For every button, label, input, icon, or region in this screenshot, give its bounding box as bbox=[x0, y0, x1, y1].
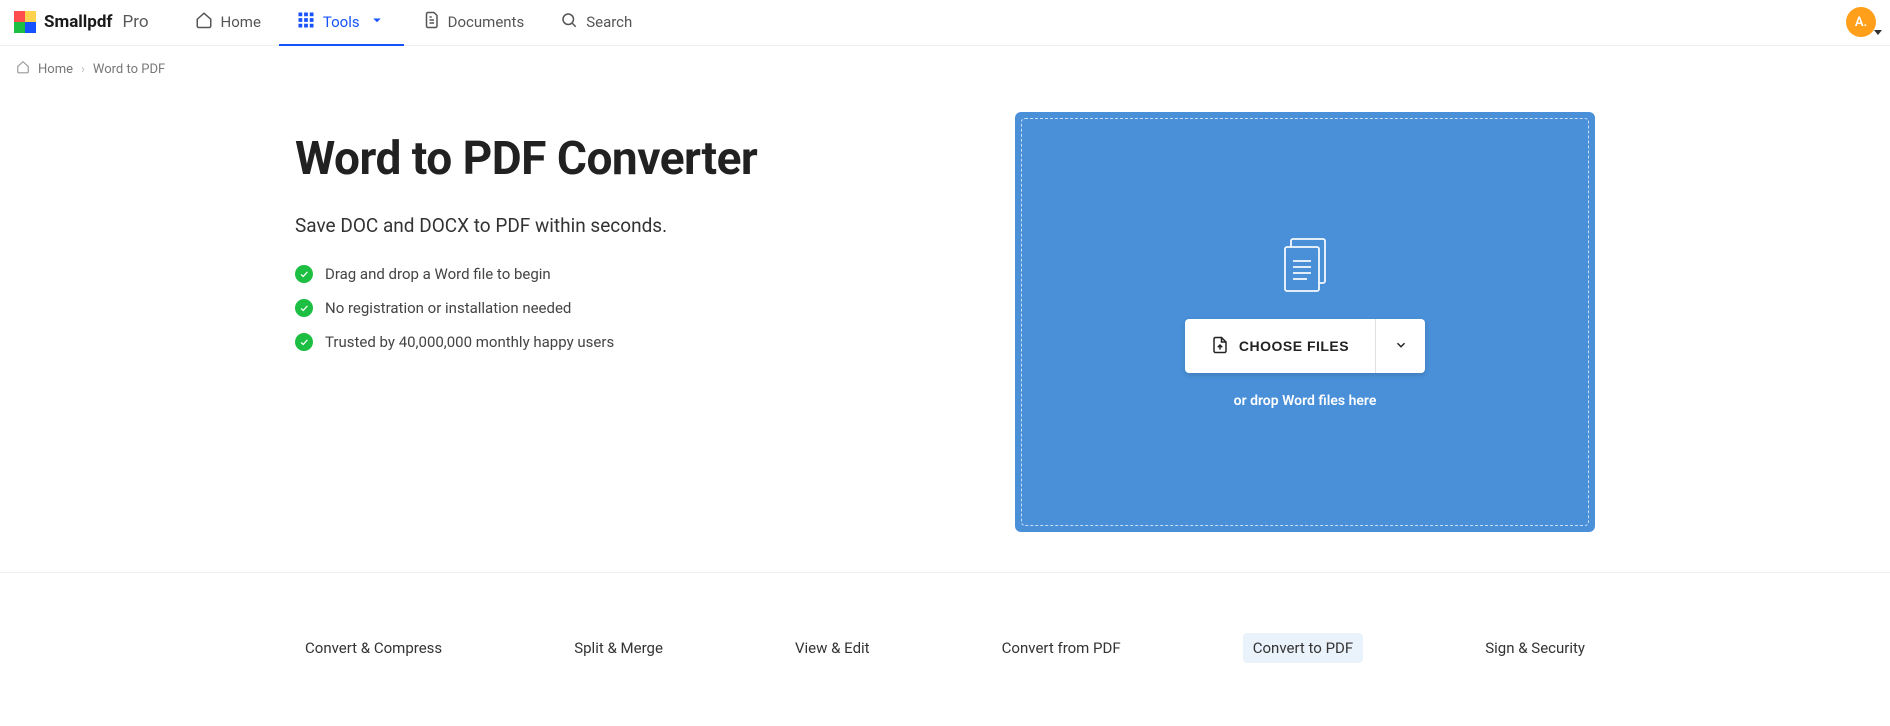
choose-files-more-button[interactable] bbox=[1375, 319, 1425, 373]
avatar-initial: A. bbox=[1855, 15, 1867, 30]
nav-search-label: Search bbox=[586, 13, 632, 31]
category-tab[interactable]: Convert & Compress bbox=[295, 633, 452, 663]
category-tab[interactable]: Split & Merge bbox=[564, 633, 673, 663]
nav-documents[interactable]: Documents bbox=[404, 0, 543, 45]
feature-text: Drag and drop a Word file to begin bbox=[325, 265, 551, 283]
list-item: Trusted by 40,000,000 monthly happy user… bbox=[295, 333, 955, 351]
brand-name: Smallpdf bbox=[44, 12, 113, 32]
page-title: Word to PDF Converter bbox=[295, 132, 955, 186]
grid-icon bbox=[297, 11, 315, 33]
nav-home[interactable]: Home bbox=[177, 0, 279, 45]
dropzone-inner: CHOOSE FILES or drop Word files here bbox=[1021, 118, 1589, 526]
check-icon bbox=[295, 265, 313, 283]
list-item: Drag and drop a Word file to begin bbox=[295, 265, 955, 283]
category-tabs: Convert & Compress Split & Merge View & Ed… bbox=[275, 633, 1615, 663]
documents-icon bbox=[422, 11, 440, 33]
nav-search[interactable]: Search bbox=[542, 0, 650, 45]
breadcrumb-home[interactable]: Home bbox=[38, 62, 73, 77]
category-tab[interactable]: View & Edit bbox=[785, 633, 880, 663]
check-icon bbox=[295, 333, 313, 351]
brand-tier: Pro bbox=[123, 12, 149, 32]
category-tab[interactable]: Sign & Security bbox=[1475, 633, 1595, 663]
home-icon bbox=[16, 60, 30, 78]
brand-logo-icon bbox=[14, 11, 36, 33]
nav-tools-label: Tools bbox=[323, 13, 360, 31]
chevron-down-icon bbox=[368, 11, 386, 33]
nav-home-label: Home bbox=[221, 13, 261, 31]
breadcrumb-separator: › bbox=[81, 62, 85, 77]
breadcrumb: Home › Word to PDF bbox=[0, 45, 1890, 92]
choose-files-button[interactable]: CHOOSE FILES bbox=[1185, 319, 1375, 373]
file-upload-icon bbox=[1211, 336, 1229, 357]
category-tab[interactable]: Convert from PDF bbox=[992, 633, 1131, 663]
feature-text: No registration or installation needed bbox=[325, 299, 571, 317]
check-icon bbox=[295, 299, 313, 317]
breadcrumb-current: Word to PDF bbox=[93, 62, 165, 77]
nav-links: Home Tools Documents Search bbox=[177, 0, 651, 45]
file-dropzone[interactable]: CHOOSE FILES or drop Word files here bbox=[1015, 112, 1595, 532]
nav-tools[interactable]: Tools bbox=[279, 0, 404, 45]
dropzone-hint: or drop Word files here bbox=[1234, 393, 1377, 409]
chevron-down-icon bbox=[1394, 338, 1408, 355]
feature-text: Trusted by 40,000,000 monthly happy user… bbox=[325, 333, 614, 351]
avatar[interactable]: A. bbox=[1846, 7, 1876, 37]
category-tab[interactable]: Convert to PDF bbox=[1243, 633, 1363, 663]
top-nav: Smallpdf Pro Home Tools Documents bbox=[0, 0, 1890, 45]
choose-files-group: CHOOSE FILES bbox=[1185, 319, 1425, 373]
main-content: Word to PDF Converter Save DOC and DOCX … bbox=[275, 112, 1615, 572]
hero-text: Word to PDF Converter Save DOC and DOCX … bbox=[295, 112, 955, 532]
nav-documents-label: Documents bbox=[448, 13, 525, 31]
search-icon bbox=[560, 11, 578, 33]
choose-files-label: CHOOSE FILES bbox=[1239, 338, 1349, 354]
brand[interactable]: Smallpdf Pro bbox=[14, 11, 149, 33]
feature-list: Drag and drop a Word file to begin No re… bbox=[295, 265, 955, 351]
home-icon bbox=[195, 11, 213, 33]
list-item: No registration or installation needed bbox=[295, 299, 955, 317]
document-stack-icon bbox=[1277, 235, 1333, 299]
page-subtitle: Save DOC and DOCX to PDF within seconds. bbox=[295, 214, 955, 237]
categories-section: Convert & Compress Split & Merge View & Ed… bbox=[0, 572, 1890, 663]
